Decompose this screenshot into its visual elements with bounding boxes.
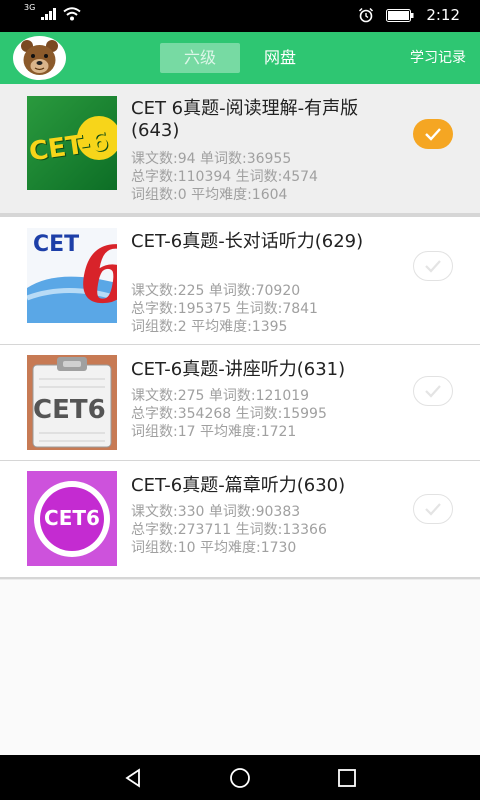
check-icon xyxy=(425,503,441,516)
course-thumbnail: CET 6 xyxy=(27,228,117,323)
select-checkbox[interactable] xyxy=(413,251,453,281)
wifi-icon xyxy=(63,7,81,21)
stat-line: 总字数:195375 生词数:7841 xyxy=(131,301,318,317)
course-title: CET-6真题-长对话听力(629) xyxy=(131,231,364,252)
tab-cet6[interactable]: 六级 xyxy=(160,43,240,73)
select-checkbox[interactable] xyxy=(413,376,453,406)
thumbnail-text: CET6 xyxy=(44,506,100,530)
stat-line: 词组数:10 平均难度:1730 xyxy=(131,540,297,556)
course-thumbnail: CET-6 xyxy=(27,96,117,190)
back-button[interactable] xyxy=(121,766,145,790)
select-checkbox[interactable] xyxy=(413,494,453,524)
check-icon xyxy=(425,128,441,141)
stat-line: 词组数:17 平均难度:1721 xyxy=(131,424,297,440)
list-item[interactable]: CET 6 CET-6真题-长对话听力(629) 课文数:225 单词数:709… xyxy=(0,214,480,345)
thumbnail-text: CET6 xyxy=(33,395,106,425)
home-circle-icon xyxy=(230,768,250,788)
stat-line: 词组数:0 平均难度:1604 xyxy=(131,187,288,203)
stat-line: 总字数:354268 生词数:15995 xyxy=(131,406,327,422)
select-checkbox[interactable] xyxy=(413,119,453,149)
recents-square-icon xyxy=(338,769,356,787)
status-bar: 3G 2:12 xyxy=(0,0,480,32)
check-icon xyxy=(425,385,441,398)
bear-avatar-icon xyxy=(21,40,58,75)
clock: 2:12 xyxy=(426,6,460,24)
stat-line: 课文数:330 单词数:90383 xyxy=(131,504,301,520)
tab-cloud-disk[interactable]: 网盘 xyxy=(250,43,310,73)
course-thumbnail: CET6 xyxy=(27,471,117,566)
back-triangle-icon xyxy=(125,768,140,788)
avatar[interactable] xyxy=(13,36,66,80)
stat-line: 课文数:225 单词数:70920 xyxy=(131,283,301,299)
signal-icon xyxy=(41,8,57,20)
check-icon xyxy=(425,260,441,273)
stat-line: 总字数:110394 生词数:4574 xyxy=(131,169,318,185)
course-title: CET-6真题-篇章听力(630) xyxy=(131,475,346,496)
study-record-link[interactable]: 学习记录 xyxy=(410,43,466,73)
course-title: CET-6真题-讲座听力(631) xyxy=(131,359,346,380)
battery-icon xyxy=(386,8,414,22)
stat-line: 总字数:273711 生词数:13366 xyxy=(131,522,327,538)
recents-button[interactable] xyxy=(335,766,359,790)
stat-line: 词组数:2 平均难度:1395 xyxy=(131,319,288,335)
stat-line: 课文数:275 单词数:121019 xyxy=(131,388,310,404)
course-thumbnail: CET6 xyxy=(27,355,117,450)
thumbnail-text: CET xyxy=(33,232,80,257)
app-bar: 六级 网盘 学习记录 xyxy=(0,32,480,84)
course-list: CET-6 CET 6真题-阅读理解-有声版(643) 课文数:94 单词数:3… xyxy=(0,84,480,579)
alarm-icon xyxy=(359,7,374,23)
course-title: CET 6真题-阅读理解-有声版(643) xyxy=(131,98,359,141)
empty-area xyxy=(0,580,480,755)
navigation-bar xyxy=(0,755,480,800)
list-item[interactable]: CET6 CET-6真题-篇章听力(630) 课文数:330 单词数:90383… xyxy=(0,461,480,579)
list-item[interactable]: CET6 CET-6真题-讲座听力(631) 课文数:275 单词数:12101… xyxy=(0,345,480,461)
stat-line: 课文数:94 单词数:36955 xyxy=(131,151,292,167)
network-type: 3G xyxy=(24,3,36,12)
list-item[interactable]: CET-6 CET 6真题-阅读理解-有声版(643) 课文数:94 单词数:3… xyxy=(0,84,480,214)
home-button[interactable] xyxy=(228,766,252,790)
